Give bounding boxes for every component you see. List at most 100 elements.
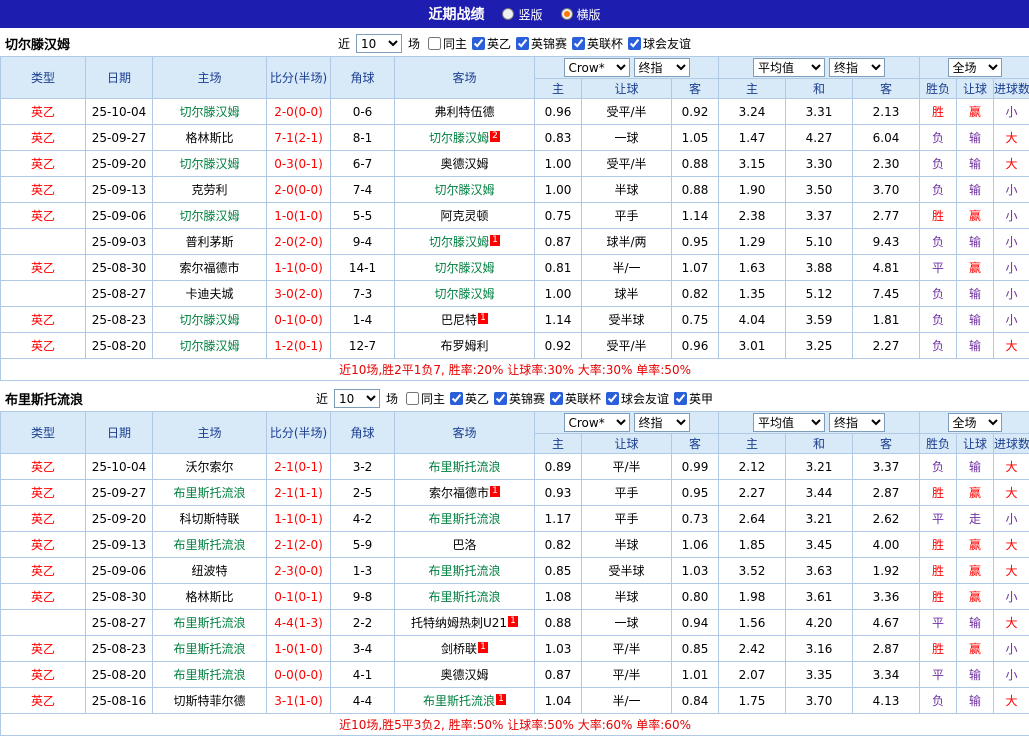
home-team[interactable]: 布里斯托流浪 xyxy=(153,532,267,558)
layout-vertical-radio[interactable]: 竖版 xyxy=(502,6,542,23)
final-score[interactable]: 2-1(2-0) xyxy=(267,532,331,558)
home-team[interactable]: 普利茅斯 xyxy=(153,229,267,255)
home-team[interactable]: 格林斯比 xyxy=(153,125,267,151)
asian-odds-source-select[interactable]: Crow* xyxy=(564,413,630,432)
away-team[interactable]: 布里斯托流浪 xyxy=(395,558,535,584)
league-filter-checkbox[interactable] xyxy=(472,37,485,50)
away-team[interactable]: 布里斯托流浪 xyxy=(395,584,535,610)
filter-bar: 近 10 场 同主英乙英锦赛英联杯球会友谊 xyxy=(338,34,691,53)
league-filter-checkbox[interactable] xyxy=(628,37,641,50)
league-filter-option[interactable]: 英乙 xyxy=(472,35,511,52)
home-team[interactable]: 索尔福德市 xyxy=(153,255,267,281)
away-team[interactable]: 布罗姆利 xyxy=(395,333,535,359)
league-filter-option[interactable]: 英锦赛 xyxy=(516,35,567,52)
asian-odds-source-select[interactable]: Crow* xyxy=(564,58,630,77)
away-team[interactable]: 切尔滕汉姆2 xyxy=(395,125,535,151)
final-score[interactable]: 3-1(1-0) xyxy=(267,688,331,714)
away-team[interactable]: 巴洛 xyxy=(395,532,535,558)
final-score[interactable]: 2-0(0-0) xyxy=(267,99,331,125)
away-team[interactable]: 索尔福德市1 xyxy=(395,480,535,506)
away-team[interactable]: 切尔滕汉姆 xyxy=(395,255,535,281)
league-filter-option[interactable]: 英联杯 xyxy=(572,35,623,52)
league-filter-checkbox[interactable] xyxy=(494,392,507,405)
final-score[interactable]: 2-1(1-1) xyxy=(267,480,331,506)
euro-odds-time-select[interactable]: 终指 xyxy=(829,413,885,432)
final-score[interactable]: 1-1(0-0) xyxy=(267,255,331,281)
asian-odds-time-select[interactable]: 终指 xyxy=(634,413,690,432)
home-team[interactable]: 科切斯特联 xyxy=(153,506,267,532)
league-filter-option[interactable]: 球会友谊 xyxy=(606,390,669,407)
home-team[interactable]: 切尔滕汉姆 xyxy=(153,99,267,125)
home-team[interactable]: 沃尔索尔 xyxy=(153,454,267,480)
away-team[interactable]: 奥德汉姆 xyxy=(395,662,535,688)
home-team[interactable]: 切斯特菲尔德 xyxy=(153,688,267,714)
final-score[interactable]: 2-0(0-0) xyxy=(267,177,331,203)
result-scope-select[interactable]: 全场 xyxy=(948,413,1002,432)
league-filter-option[interactable]: 英锦赛 xyxy=(494,390,545,407)
final-score[interactable]: 1-0(1-0) xyxy=(267,203,331,229)
league-filter-option[interactable]: 英乙 xyxy=(450,390,489,407)
away-team[interactable]: 阿克灵顿 xyxy=(395,203,535,229)
euro-odds-source-select[interactable]: 平均值 xyxy=(753,413,825,432)
final-score[interactable]: 0-1(0-0) xyxy=(267,307,331,333)
league-filter-checkbox[interactable] xyxy=(550,392,563,405)
away-team[interactable]: 托特纳姆热刺U211 xyxy=(395,610,535,636)
euro-odds-source-select[interactable]: 平均值 xyxy=(753,58,825,77)
final-score[interactable]: 3-0(2-0) xyxy=(267,281,331,307)
away-team[interactable]: 布里斯托流浪 xyxy=(395,454,535,480)
league-filter-option[interactable]: 球会友谊 xyxy=(628,35,691,52)
games-count-select[interactable]: 10 xyxy=(334,389,380,408)
home-team[interactable]: 切尔滕汉姆 xyxy=(153,151,267,177)
final-score[interactable]: 0-3(0-1) xyxy=(267,151,331,177)
home-team[interactable]: 切尔滕汉姆 xyxy=(153,307,267,333)
asian-odds-time-select[interactable]: 终指 xyxy=(634,58,690,77)
final-score[interactable]: 7-1(2-1) xyxy=(267,125,331,151)
away-team[interactable]: 切尔滕汉姆 xyxy=(395,177,535,203)
away-team[interactable]: 切尔滕汉姆 xyxy=(395,281,535,307)
league-filter-checkbox[interactable] xyxy=(516,37,529,50)
league-filter-checkbox[interactable] xyxy=(428,37,441,50)
away-team[interactable]: 剑桥联1 xyxy=(395,636,535,662)
layout-horizontal-radio[interactable]: 横版 xyxy=(561,6,601,23)
final-score[interactable]: 2-1(0-1) xyxy=(267,454,331,480)
final-score[interactable]: 1-2(0-1) xyxy=(267,333,331,359)
league-filter-checkbox[interactable] xyxy=(450,392,463,405)
away-team[interactable]: 布里斯托流浪1 xyxy=(395,688,535,714)
final-score[interactable]: 1-0(1-0) xyxy=(267,636,331,662)
away-team[interactable]: 奥德汉姆 xyxy=(395,151,535,177)
summary-row: 近10场,胜5平3负2, 胜率:50% 让球率:50% 大率:60% 单率:60… xyxy=(1,714,1029,736)
final-score[interactable]: 2-0(2-0) xyxy=(267,229,331,255)
final-score[interactable]: 2-3(0-0) xyxy=(267,558,331,584)
home-team[interactable]: 切尔滕汉姆 xyxy=(153,333,267,359)
final-score[interactable]: 0-0(0-0) xyxy=(267,662,331,688)
home-team[interactable]: 布里斯托流浪 xyxy=(153,610,267,636)
league-filter-option[interactable]: 英联杯 xyxy=(550,390,601,407)
league-filter-option[interactable]: 同主 xyxy=(428,35,467,52)
home-team[interactable]: 卡迪夫城 xyxy=(153,281,267,307)
league-filter-checkbox[interactable] xyxy=(606,392,619,405)
corner-count: 2-2 xyxy=(331,610,395,636)
home-team[interactable]: 布里斯托流浪 xyxy=(153,480,267,506)
final-score[interactable]: 4-4(1-3) xyxy=(267,610,331,636)
league-filter-option[interactable]: 同主 xyxy=(406,390,445,407)
home-team[interactable]: 布里斯托流浪 xyxy=(153,662,267,688)
home-team[interactable]: 切尔滕汉姆 xyxy=(153,203,267,229)
league-filter-checkbox[interactable] xyxy=(674,392,687,405)
home-team[interactable]: 纽波特 xyxy=(153,558,267,584)
result-scope-select[interactable]: 全场 xyxy=(948,58,1002,77)
home-team[interactable]: 格林斯比 xyxy=(153,584,267,610)
home-team[interactable]: 克劳利 xyxy=(153,177,267,203)
home-team[interactable]: 布里斯托流浪 xyxy=(153,636,267,662)
euro-odds-time-select[interactable]: 终指 xyxy=(829,58,885,77)
final-score[interactable]: 0-1(0-1) xyxy=(267,584,331,610)
league-filter-checkbox[interactable] xyxy=(572,37,585,50)
away-team[interactable]: 巴尼特1 xyxy=(395,307,535,333)
games-count-select[interactable]: 10 xyxy=(356,34,402,53)
away-team[interactable]: 布里斯托流浪 xyxy=(395,506,535,532)
league-filter-checkbox[interactable] xyxy=(406,392,419,405)
final-score[interactable]: 1-1(0-1) xyxy=(267,506,331,532)
away-team[interactable]: 切尔滕汉姆1 xyxy=(395,229,535,255)
result-handicap: 赢 xyxy=(957,532,994,558)
league-filter-option[interactable]: 英甲 xyxy=(674,390,713,407)
away-team[interactable]: 弗利特伍德 xyxy=(395,99,535,125)
